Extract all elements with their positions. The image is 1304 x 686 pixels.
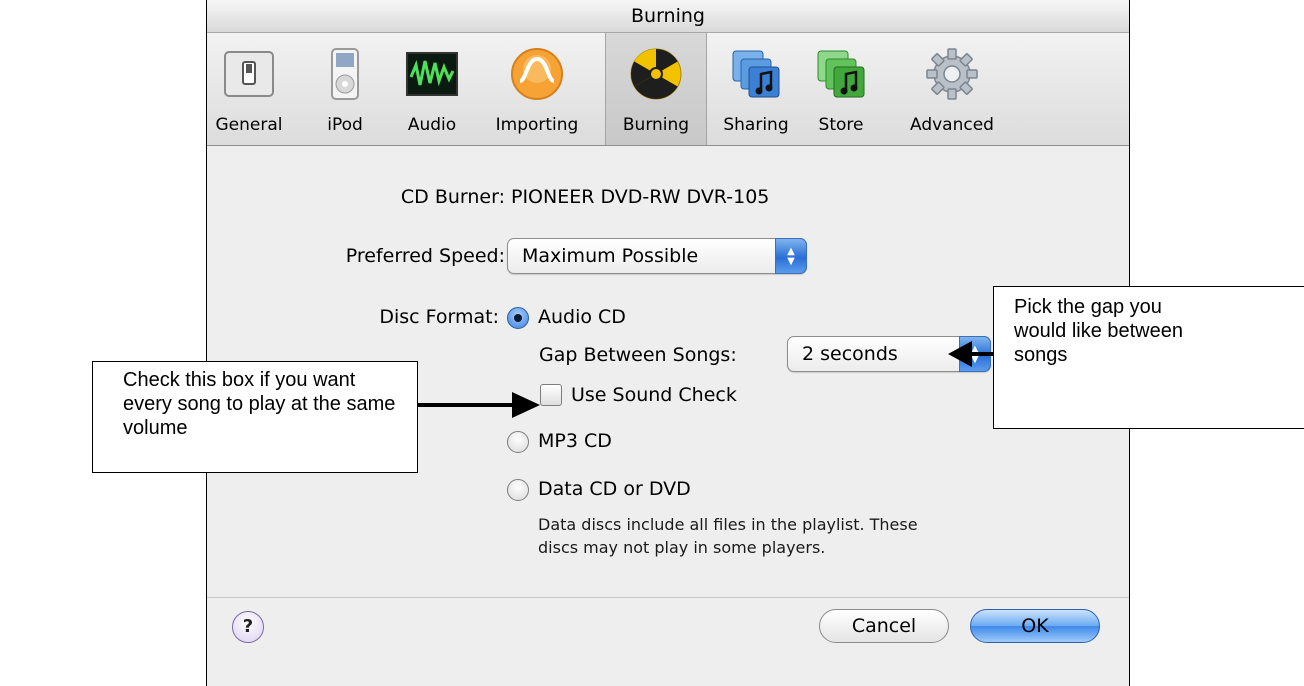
tab-sharing[interactable]: Sharing <box>719 33 793 145</box>
audio-cd-label: Audio CD <box>538 306 626 328</box>
arrowhead-right-icon <box>512 392 540 418</box>
cd-burner-value: PIONEER DVD-RW DVR-105 <box>511 186 770 208</box>
window-title: Burning <box>207 0 1129 33</box>
callout-right-line-3: songs <box>1014 344 1068 366</box>
preferred-speed-popup[interactable]: Maximum Possible ▲ ▼ <box>507 238 807 274</box>
ipod-icon <box>331 48 359 100</box>
popup-arrows-icon: ▲ ▼ <box>775 238 807 274</box>
tab-general-label: General <box>215 115 283 135</box>
importing-icon <box>511 48 563 100</box>
sound-check-callout: Check this box if you want every song to… <box>92 361 418 473</box>
callout-right-line-2: would like between <box>1014 320 1183 342</box>
sharing-icon <box>732 50 780 98</box>
tab-burning[interactable]: Burning <box>605 33 707 145</box>
tab-audio-label: Audio <box>407 115 457 135</box>
general-switch-icon <box>224 51 274 97</box>
tab-importing[interactable]: Importing <box>485 33 589 145</box>
preferences-window: Burning General iPod Audio Importing Bur… <box>206 0 1130 686</box>
audio-cd-radio[interactable] <box>507 307 529 329</box>
burning-radiation-icon <box>630 48 682 100</box>
data-disc-note: Data discs include all files in the play… <box>538 513 918 559</box>
preferred-speed-value: Maximum Possible <box>522 245 699 267</box>
use-sound-check-checkbox[interactable] <box>540 384 562 406</box>
disc-format-label: Disc Format: <box>379 306 499 328</box>
data-disc-note-line-1: Data discs include all files in the play… <box>538 515 918 534</box>
tab-importing-label: Importing <box>495 115 579 135</box>
data-cd-radio[interactable] <box>507 479 529 501</box>
audio-waveform-icon <box>406 52 458 96</box>
tab-ipod[interactable]: iPod <box>315 33 375 145</box>
cancel-button[interactable]: Cancel <box>819 609 949 643</box>
preferences-toolbar: General iPod Audio Importing Burning Sha… <box>207 33 1129 146</box>
gear-icon <box>926 48 978 100</box>
callout-right-line-1: Pick the gap you <box>1014 296 1162 318</box>
tab-sharing-label: Sharing <box>723 115 789 135</box>
tab-store-label: Store <box>818 115 864 135</box>
footer-divider <box>207 597 1129 598</box>
mp3-cd-radio[interactable] <box>507 431 529 453</box>
data-cd-label: Data CD or DVD <box>538 478 691 500</box>
sound-check-arrow <box>418 403 518 407</box>
tab-advanced[interactable]: Advanced <box>897 33 1007 145</box>
mp3-cd-label: MP3 CD <box>538 430 612 452</box>
gap-callout: Pick the gap you would like between song… <box>993 286 1304 429</box>
tab-ipod-label: iPod <box>327 115 363 135</box>
tab-burning-label: Burning <box>622 115 690 135</box>
gap-between-songs-value: 2 seconds <box>802 343 898 365</box>
store-icon <box>817 50 865 98</box>
data-disc-note-line-2: discs may not play in some players. <box>538 538 826 557</box>
help-button[interactable]: ? <box>232 611 264 643</box>
preferred-speed-label: Preferred Speed: <box>345 245 505 267</box>
callout-left-line-3: volume <box>123 417 188 439</box>
tab-advanced-label: Advanced <box>910 115 994 135</box>
gap-between-songs-label: Gap Between Songs: <box>539 344 737 366</box>
callout-left-line-1: Check this box if you want <box>123 369 356 391</box>
ok-button[interactable]: OK <box>970 609 1100 643</box>
tab-general[interactable]: General <box>207 33 291 145</box>
use-sound-check-label: Use Sound Check <box>571 384 737 406</box>
tab-store[interactable]: Store <box>811 33 871 145</box>
callout-left-line-2: every song to play at the same <box>123 393 396 415</box>
arrowhead-left-icon <box>948 341 972 367</box>
tab-audio[interactable]: Audio <box>395 33 469 145</box>
cd-burner-label: CD Burner: <box>400 186 505 208</box>
